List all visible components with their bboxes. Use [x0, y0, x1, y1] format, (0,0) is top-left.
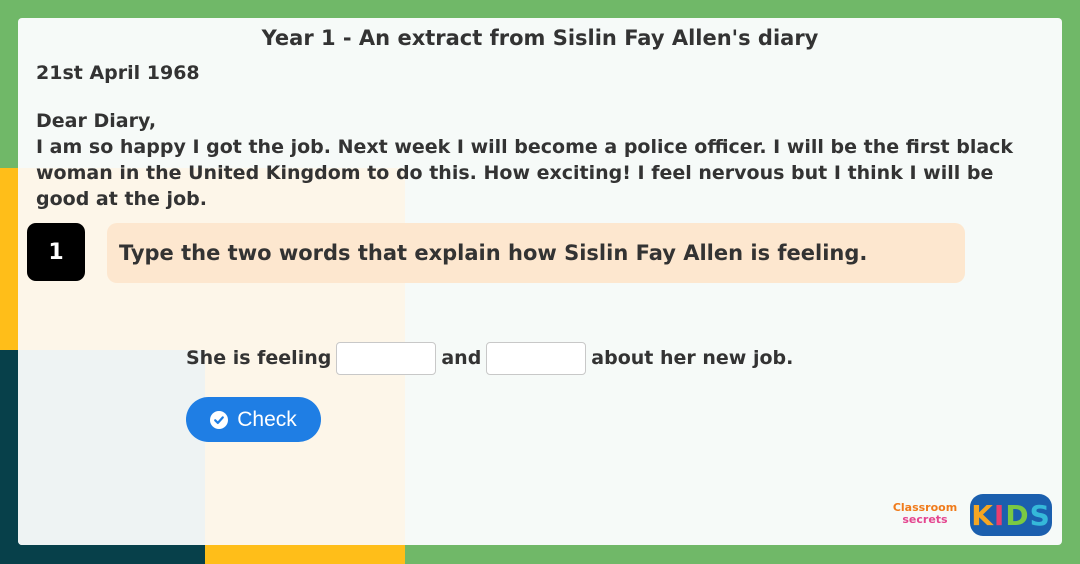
kids-logo: K I D S [970, 494, 1052, 536]
kids-letter: K [971, 498, 994, 532]
sentence-suffix: about her new job. [591, 347, 794, 369]
diary-body: I am so happy I got the job. Next week I… [36, 136, 1014, 210]
diary-extract: Dear Diary, I am so happy I got the job.… [36, 108, 1046, 212]
activity-card: Year 1 - An extract from Sislin Fay Alle… [18, 18, 1062, 545]
kids-letter: I [993, 498, 1006, 532]
page-title: Year 1 - An extract from Sislin Fay Alle… [261, 26, 819, 50]
sentence-prefix: She is feeling [186, 347, 332, 369]
diary-date: 21st April 1968 [36, 62, 200, 84]
question-number-badge: 1 [27, 223, 85, 281]
question-prompt-box: Type the two words that explain how Sisl… [107, 223, 965, 283]
diary-greeting: Dear Diary, [36, 110, 157, 132]
check-button-label: Check [237, 407, 297, 431]
kids-letter: D [1005, 498, 1030, 532]
question-prompt: Type the two words that explain how Sisl… [119, 241, 868, 265]
kids-letter: S [1029, 498, 1051, 532]
classroom-secrets-logo: Classroom secrets [886, 502, 964, 526]
check-button[interactable]: Check [186, 397, 321, 442]
answer-sentence: She is feeling and about her new job. [186, 340, 793, 376]
logo-text: secrets [902, 513, 948, 526]
answer-input-1[interactable] [336, 341, 437, 375]
card-tint [18, 350, 205, 545]
answer-input-2[interactable] [486, 341, 587, 375]
sentence-conjunction: and [441, 347, 482, 369]
check-circle-icon [210, 410, 229, 429]
